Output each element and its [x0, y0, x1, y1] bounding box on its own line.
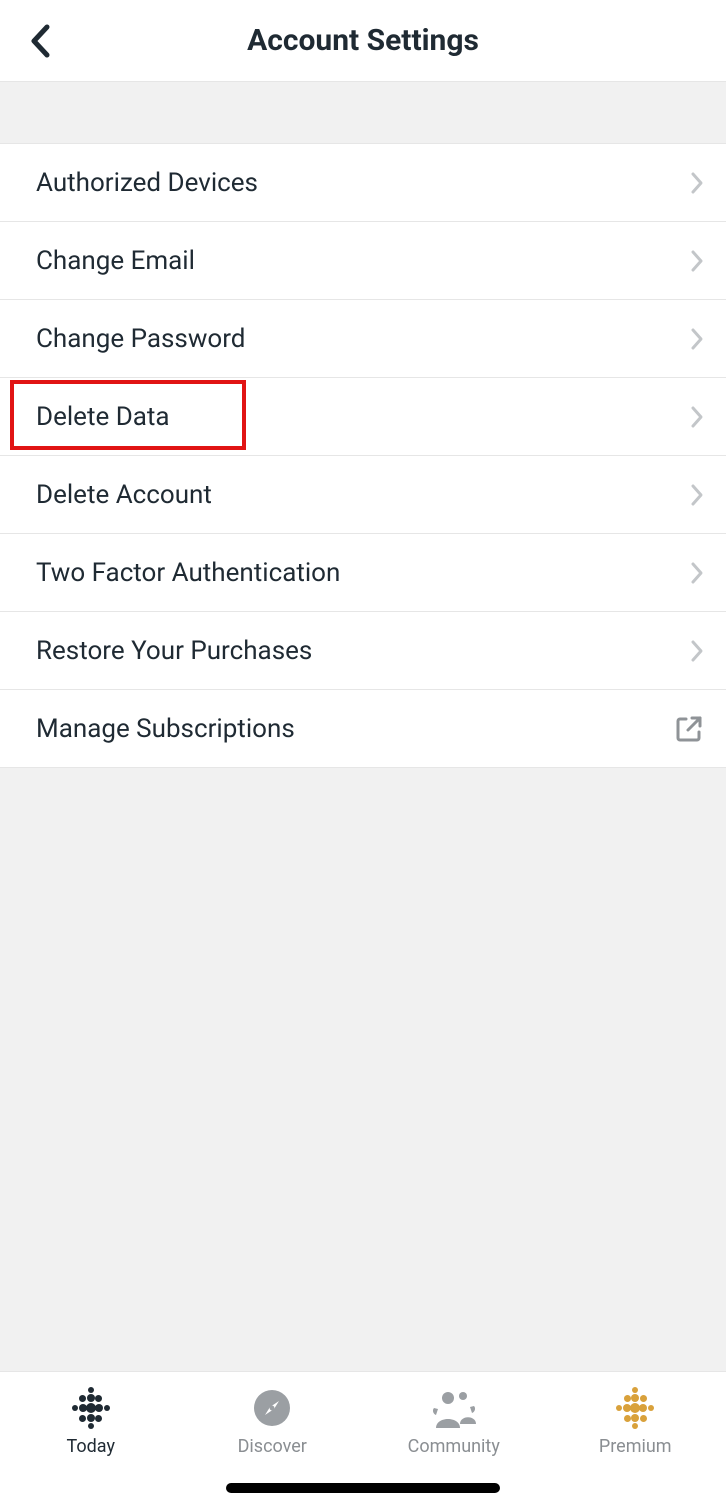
chevron-left-icon — [29, 24, 51, 58]
chevron-right-icon — [690, 405, 704, 429]
back-button[interactable] — [18, 19, 62, 63]
section-spacer — [0, 82, 726, 144]
row-label: Change Password — [36, 324, 245, 354]
tab-premium[interactable]: Premium — [545, 1388, 726, 1457]
settings-list: Authorized Devices Change Email Change Pas… — [0, 144, 726, 768]
row-label: Two Factor Authentication — [36, 558, 340, 588]
tab-label: Discover — [238, 1436, 307, 1457]
today-icon — [71, 1388, 111, 1428]
row-restore-purchases[interactable]: Restore Your Purchases — [0, 612, 726, 690]
row-authorized-devices[interactable]: Authorized Devices — [0, 144, 726, 222]
row-label: Change Email — [36, 246, 195, 276]
tab-label: Premium — [599, 1436, 672, 1457]
community-icon — [430, 1388, 478, 1428]
chevron-right-icon — [690, 483, 704, 507]
chevron-right-icon — [690, 249, 704, 273]
premium-icon — [615, 1388, 655, 1428]
compass-icon — [252, 1388, 292, 1428]
chevron-right-icon — [690, 639, 704, 663]
tab-label: Community — [408, 1436, 500, 1457]
empty-area — [0, 768, 726, 1371]
chevron-right-icon — [690, 561, 704, 585]
chevron-right-icon — [690, 327, 704, 351]
tab-label: Today — [67, 1436, 115, 1457]
row-label: Delete Data — [36, 402, 170, 432]
page-title: Account Settings — [247, 23, 479, 58]
row-two-factor-auth[interactable]: Two Factor Authentication — [0, 534, 726, 612]
row-label: Manage Subscriptions — [36, 714, 295, 744]
external-link-icon — [674, 714, 704, 744]
tab-discover[interactable]: Discover — [182, 1388, 364, 1457]
row-change-password[interactable]: Change Password — [0, 300, 726, 378]
row-change-email[interactable]: Change Email — [0, 222, 726, 300]
row-label: Delete Account — [36, 480, 212, 510]
row-label: Authorized Devices — [36, 168, 258, 198]
tab-today[interactable]: Today — [0, 1388, 182, 1457]
row-delete-account[interactable]: Delete Account — [0, 456, 726, 534]
header-bar: Account Settings — [0, 0, 726, 82]
home-indicator — [226, 1483, 500, 1493]
row-manage-subscriptions[interactable]: Manage Subscriptions — [0, 690, 726, 768]
tab-community[interactable]: Community — [363, 1388, 545, 1457]
tab-bar: Today Discover Community Premium — [0, 1371, 726, 1499]
row-label: Restore Your Purchases — [36, 636, 312, 666]
chevron-right-icon — [690, 171, 704, 195]
row-delete-data[interactable]: Delete Data — [0, 378, 726, 456]
